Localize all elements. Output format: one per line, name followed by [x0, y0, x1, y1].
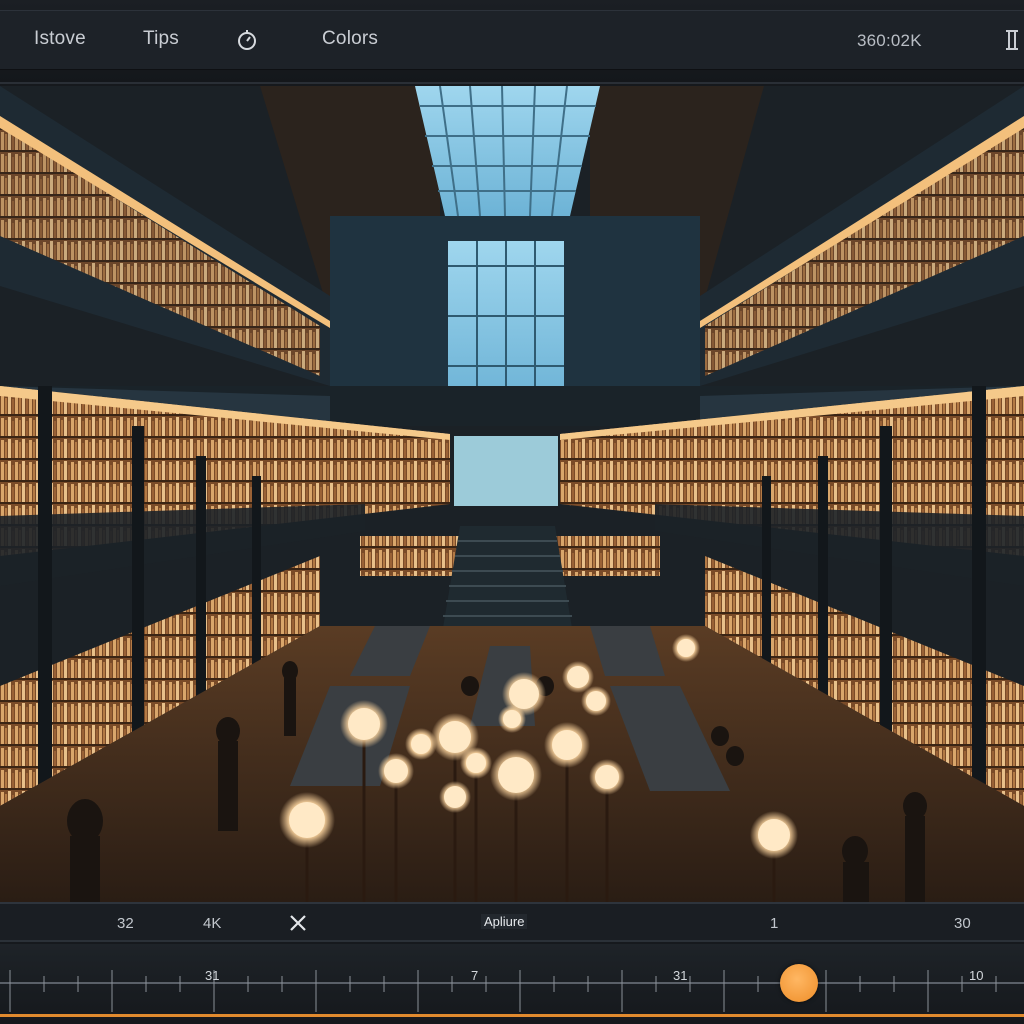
info-bar: 32 4K Apliure 1 30: [0, 902, 1024, 942]
image-viewport[interactable]: [0, 86, 1024, 902]
ruler-label: 7: [471, 968, 479, 983]
stopwatch-icon[interactable]: [236, 28, 258, 52]
menu-istove[interactable]: Istove: [34, 28, 86, 50]
ruler-label: 31: [205, 968, 220, 983]
quality-label[interactable]: 4K: [203, 915, 221, 932]
panel-icon[interactable]: [1004, 28, 1020, 52]
top-toolbar: Istove Tips Colors 360:02K: [0, 0, 1024, 84]
value-mid: 1: [770, 915, 779, 932]
timeline-ruler[interactable]: 31 7 31 10: [0, 944, 1024, 1024]
menu-tips[interactable]: Tips: [143, 28, 179, 50]
value-right: 30: [954, 915, 971, 932]
accent-line: [0, 1014, 1024, 1017]
close-icon[interactable]: [283, 909, 313, 937]
scrubber-knob[interactable]: [779, 964, 818, 1002]
ruler-label: 31: [673, 968, 688, 983]
library-atrium-image: [0, 86, 1024, 902]
menu-colors[interactable]: Colors: [322, 28, 378, 50]
mode-label[interactable]: Apliure: [481, 914, 528, 929]
value-left: 32: [117, 915, 134, 932]
ruler-label: 10: [969, 968, 984, 983]
resolution-readout: 360:02K: [857, 31, 922, 50]
ruler-ticks: [9, 970, 997, 1012]
